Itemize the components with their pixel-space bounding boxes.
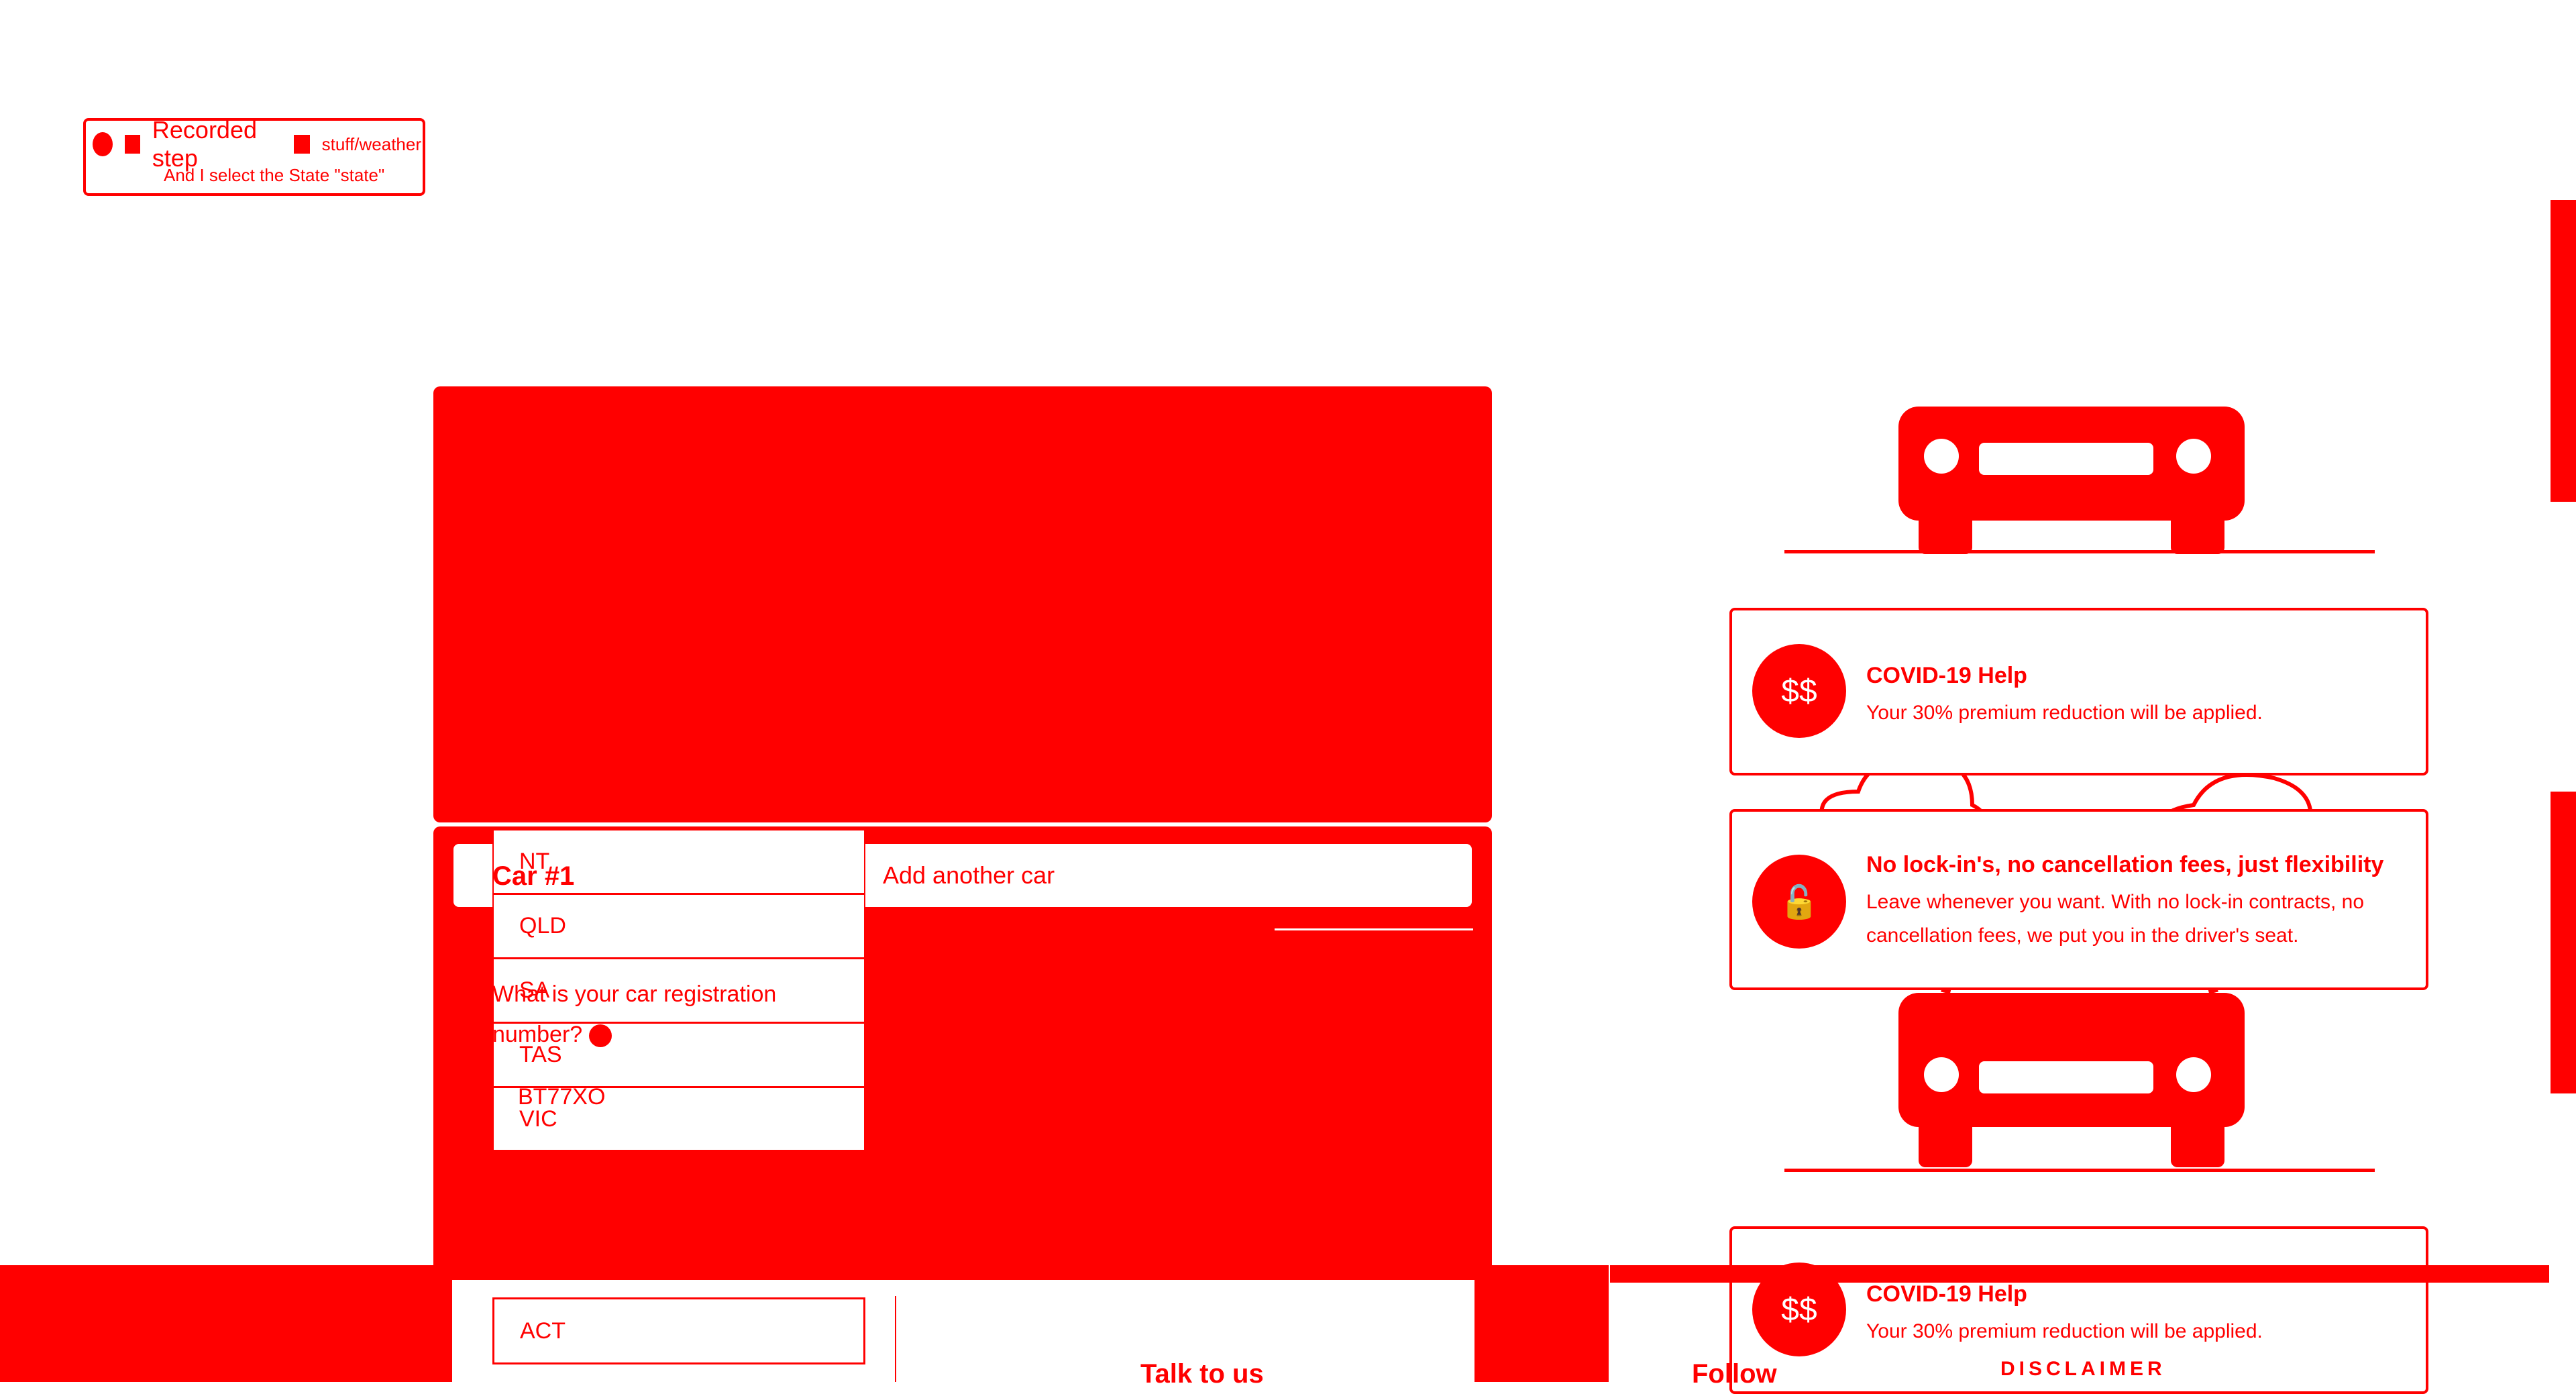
card-title: COVID-19 Help (1866, 663, 2027, 688)
registration-input[interactable]: BT77XO (518, 1084, 605, 1110)
footer-block-left (0, 1265, 452, 1382)
footer-line (1610, 1265, 2549, 1283)
info-icon[interactable] (93, 132, 113, 156)
unlock-icon: 🔓 (1752, 855, 1846, 949)
footer-block-middle (1474, 1265, 1609, 1382)
recorder-header: Recorded step stuff/weather (93, 116, 421, 172)
form-card-header (433, 386, 1492, 822)
weather-tag-icon (294, 135, 310, 154)
card-desc: Your 30% premium reduction will be appli… (1866, 1320, 2263, 1342)
registration-question: What is your car registration number? (492, 974, 868, 1055)
money-chat-icon: $$ (1752, 644, 1846, 738)
info-card-covid: $$ COVID-19 Help Your 30% premium reduct… (1729, 608, 2428, 775)
weather-tag: stuff/weather (321, 133, 421, 154)
state-option-act[interactable]: ACT (492, 1297, 865, 1364)
recorder-popup: Recorded step stuff/weather And I select… (83, 116, 425, 196)
card-desc: Leave whenever you want. With no lock-in… (1866, 891, 2365, 947)
info-card-flexibility: 🔓 No lock-in's, no cancellation fees, ju… (1729, 809, 2428, 990)
car-title: Car #1 (492, 861, 575, 891)
card-title: COVID-19 Help (1866, 1281, 2027, 1307)
disclaimer-link[interactable]: DISCLAIMER (2000, 1358, 2166, 1381)
footer-follow-heading: Follow (1692, 1359, 1777, 1389)
question-text: What is your car registration number? (492, 981, 777, 1047)
recorder-step-text: And I select the State "state" (164, 165, 385, 185)
add-car-label: Add another car (883, 861, 1055, 889)
state-option[interactable]: QLD (494, 895, 864, 959)
recorder-title: Recorded step (152, 116, 257, 172)
scrollbar-thumb[interactable] (2551, 200, 2576, 502)
work-tag-icon (124, 135, 140, 154)
footer-divider (895, 1296, 896, 1382)
footer-talk-heading: Talk to us (1140, 1359, 1264, 1389)
divider (1275, 928, 1473, 930)
card-title: No lock-in's, no cancellation fees, just… (1866, 852, 2384, 877)
help-icon[interactable] (588, 1024, 612, 1048)
card-desc: Your 30% premium reduction will be appli… (1866, 702, 2263, 724)
scrollbar-thumb-2[interactable] (2551, 792, 2576, 1093)
car-illustration-icon (1784, 407, 2375, 554)
